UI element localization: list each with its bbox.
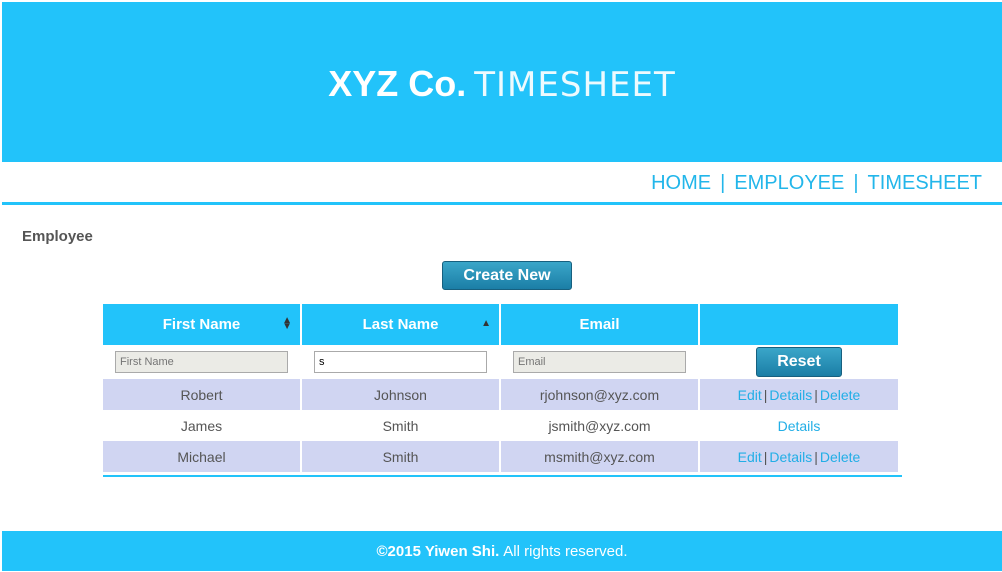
table-bottom-rule <box>103 475 902 477</box>
page-footer: ©2015 Yiwen Shi. All rights reserved. <box>2 531 1002 571</box>
first-name-cell: Robert <box>103 379 300 410</box>
table-row: Michael Smith msmith@xyz.com Edit | Detail… <box>103 441 898 472</box>
email-header[interactable]: Email <box>501 304 698 345</box>
reset-button[interactable]: Reset <box>756 347 842 377</box>
filter-row: Reset <box>103 345 898 379</box>
nav-timesheet-link[interactable]: TIMESHEET <box>868 172 982 195</box>
copyright-owner: ©2015 Yiwen Shi. <box>376 542 500 560</box>
actions-cell: Edit | Details | Delete <box>700 379 898 410</box>
delete-link[interactable]: Delete <box>820 387 860 403</box>
first-name-cell: Michael <box>103 441 300 472</box>
last-name-filter[interactable] <box>314 351 487 373</box>
edit-link[interactable]: Edit <box>738 449 762 465</box>
email-filter[interactable] <box>513 351 686 373</box>
main-nav: HOME | EMPLOYEE | TIMESHEET <box>651 168 982 198</box>
nav-employee-link[interactable]: EMPLOYEE <box>734 172 844 195</box>
site-title: XYZ Co. TIMESHEET <box>328 63 676 105</box>
nav-home-link[interactable]: HOME <box>651 172 711 195</box>
brand-name: XYZ Co. <box>328 63 467 104</box>
page-title: Employee <box>22 228 93 245</box>
actions-cell: Edit | Details | Delete <box>700 441 898 472</box>
last-name-cell: Johnson <box>302 379 499 410</box>
table-row: Robert Johnson rjohnson@xyz.com Edit | Det… <box>103 379 898 410</box>
last-name-cell: Smith <box>302 441 499 472</box>
nav-divider <box>2 202 1002 205</box>
nav-separator: | <box>720 171 726 194</box>
first-name-cell: James <box>103 410 300 441</box>
email-cell: jsmith@xyz.com <box>501 410 698 441</box>
create-new-button[interactable]: Create New <box>442 261 572 290</box>
first-name-header[interactable]: First Name ▲ ▼ <box>103 304 300 345</box>
first-name-filter[interactable] <box>115 351 288 373</box>
nav-separator: | <box>853 171 859 194</box>
details-link[interactable]: Details <box>769 387 812 403</box>
employee-table: First Name ▲▼ Last Name ▲ Email Reset Ro… <box>101 304 900 472</box>
actions-header <box>700 304 898 345</box>
table-header-row: First Name ▲ ▼ Last Name ▲ Email <box>103 304 898 345</box>
edit-link[interactable]: Edit <box>738 387 762 403</box>
copyright-rights: All rights reserved. <box>503 542 628 560</box>
delete-link[interactable]: Delete <box>820 449 860 465</box>
email-cell: msmith@xyz.com <box>501 441 698 472</box>
page-header: XYZ Co. TIMESHEET <box>2 2 1002 162</box>
last-name-cell: Smith <box>302 410 499 441</box>
details-link[interactable]: Details <box>778 418 821 434</box>
details-link[interactable]: Details <box>769 449 812 465</box>
sort-both-icon: ▲ ▼ <box>282 315 292 332</box>
sort-ascending-icon: ▲ <box>481 318 491 329</box>
action-separator: | <box>814 386 818 403</box>
action-separator: | <box>814 448 818 465</box>
brand-subtitle: TIMESHEET <box>474 65 676 105</box>
last-name-header[interactable]: Last Name ▲ <box>302 304 499 345</box>
table-row: James Smith jsmith@xyz.com Details <box>103 410 898 441</box>
actions-cell: Details <box>700 410 898 441</box>
email-cell: rjohnson@xyz.com <box>501 379 698 410</box>
